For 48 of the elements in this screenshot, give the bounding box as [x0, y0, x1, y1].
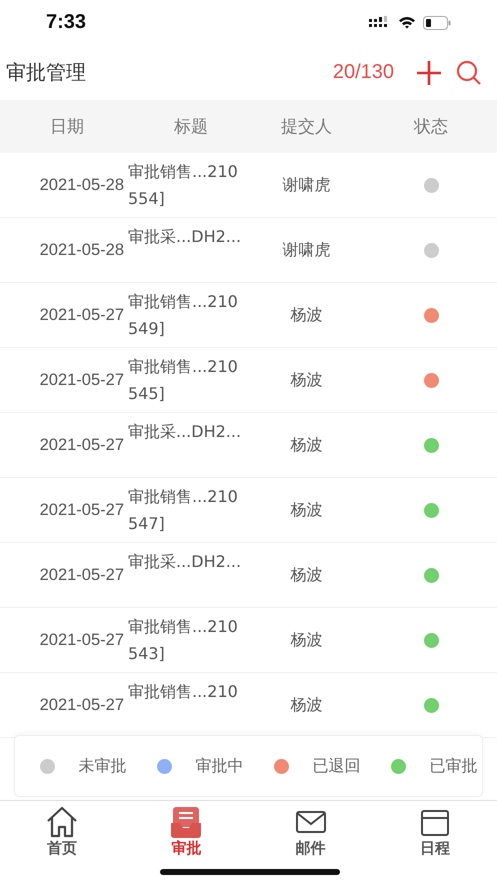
tab-home[interactable]: 首页: [0, 801, 124, 883]
submitter-cell: 杨波: [290, 304, 322, 326]
column-header: 标题: [174, 116, 208, 138]
tab-mail[interactable]: 邮件: [248, 801, 373, 883]
legend-label: 未审批: [78, 756, 126, 776]
tab-calendar[interactable]: 日程: [372, 801, 497, 883]
title-cell-text: 审批销售...210 547]: [128, 486, 238, 535]
submitter-cell: 谢啸虎: [282, 174, 330, 196]
date-cell-text: 2021-05-27: [40, 370, 125, 390]
page-title: 审批管理: [6, 59, 87, 86]
date-cell-text: 2021-05-28: [40, 176, 125, 194]
date-cell-text: 2021-05-27: [40, 696, 125, 714]
column-header: 日期: [50, 116, 84, 138]
title-cell-text: 审批销售...210 554]: [128, 161, 238, 210]
date-cell-text: 2021-05-27: [40, 566, 125, 584]
record-count: 20/130: [332, 61, 394, 84]
title-cell-text: 审批采...DH2...: [128, 421, 242, 443]
date-cell-text: 2021-05-27: [40, 630, 125, 650]
submitter-cell: 谢啸虎: [282, 240, 330, 260]
submitter-cell: 杨波: [290, 694, 322, 716]
tab-approval[interactable]: 审批: [124, 801, 248, 883]
wifi-icon: [398, 16, 416, 29]
battery-icon: [423, 16, 451, 30]
title-cell-text: 审批销售...210 543]: [128, 616, 238, 665]
submitter-cell: 杨波: [290, 500, 322, 520]
column-header: 状态: [414, 116, 448, 138]
legend-label: 审批中: [196, 756, 244, 776]
title-cell-text: 审批销售...210 545]: [128, 356, 238, 405]
inbox-icon: [169, 805, 204, 839]
submitter-cell: 杨波: [290, 370, 322, 390]
search-icon[interactable]: [456, 60, 482, 86]
title-cell-text: 审批销售...210: [128, 681, 238, 703]
date-cell-text: 2021-05-27: [40, 436, 125, 454]
submitter-cell: 杨波: [290, 434, 322, 456]
title-cell-text: 审批采...DH2...: [128, 551, 242, 573]
submitter-cell: 杨波: [290, 630, 322, 650]
column-header: 提交人: [281, 116, 332, 138]
title-cell-text: 审批采...DH2...: [128, 226, 242, 248]
legend-label: 已审批: [430, 756, 478, 776]
date-cell-text: 2021-05-27: [40, 500, 125, 520]
legend-label: 已退回: [312, 756, 360, 776]
date-cell-text: 2021-05-27: [40, 306, 125, 324]
submitter-cell: 杨波: [290, 564, 322, 586]
add-icon[interactable]: [416, 60, 442, 86]
home-icon: [45, 805, 80, 839]
title-cell-text: 审批销售...210 549]: [128, 291, 238, 340]
status-time: 7:33: [46, 11, 86, 34]
date-cell-text: 2021-05-28: [40, 240, 125, 260]
